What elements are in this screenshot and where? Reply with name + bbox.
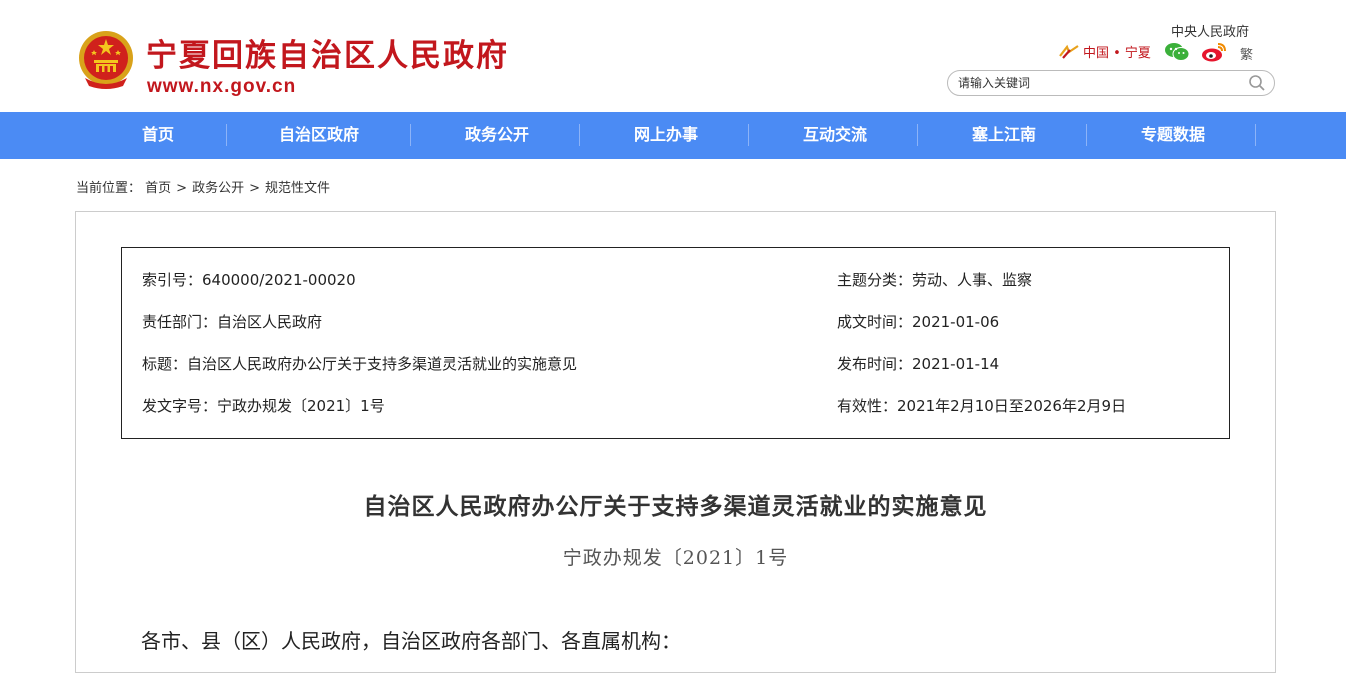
nav-item-home[interactable]: 首页 (110, 112, 206, 159)
meta-title: 标题：自治区人民政府办公厅关于支持多渠道灵活就业的实施意见 (142, 355, 578, 373)
nav-item-saishang-jiangnan[interactable]: 塞上江南 (937, 112, 1071, 159)
article-container: 索引号：640000/2021-00020 主题分类：劳动、人事、监察 责任部门… (75, 211, 1276, 673)
central-gov-link[interactable]: 中央人民政府 (1171, 21, 1249, 40)
nav-item-regional-government[interactable]: 自治区政府 (248, 112, 390, 159)
nav-divider (579, 124, 580, 146)
document-meta-table: 索引号：640000/2021-00020 主题分类：劳动、人事、监察 责任部门… (121, 247, 1230, 439)
meta-topic: 主题分类：劳动、人事、监察 (837, 271, 1033, 289)
search-box (947, 70, 1275, 96)
site-url: www.nx.gov.cn (147, 76, 297, 97)
breadcrumb-separator: > (249, 181, 260, 196)
site-header: 宁夏回族自治区人民政府 www.nx.gov.cn 中央人民政府 中国 • 宁夏… (0, 0, 1346, 112)
search-input[interactable] (958, 74, 1238, 92)
main-nav: 首页 自治区政府 政务公开 网上办事 互动交流 塞上江南 专题数据 (0, 112, 1346, 159)
meta-validity: 有效性：2021年2月10日至2026年2月9日 (837, 397, 1127, 415)
national-emblem-icon (79, 31, 133, 89)
china-ningxia-link[interactable]: 中国 • 宁夏 (1058, 42, 1151, 61)
nav-divider (410, 124, 411, 146)
nav-divider (748, 124, 749, 146)
wechat-icon[interactable] (1164, 42, 1190, 62)
meta-created-date: 成文时间：2021-01-06 (837, 313, 1000, 331)
meta-department: 责任部门：自治区人民政府 (142, 313, 323, 331)
nav-divider (226, 124, 227, 146)
document-salutation: 各市、县（区）人民政府，自治区政府各部门、各直属机构： (141, 629, 681, 653)
nav-divider (917, 124, 918, 146)
breadcrumb-prefix: 当前位置： (76, 181, 142, 196)
nav-item-interaction[interactable]: 互动交流 (768, 112, 902, 159)
document-number: 宁政办规发〔2021〕1号 (562, 547, 789, 569)
meta-doc-number: 发文字号：宁政办规发〔2021〕1号 (142, 397, 385, 415)
document-title: 自治区人民政府办公厅关于支持多渠道灵活就业的实施意见 (363, 493, 988, 520)
breadcrumb: 当前位置： 首页 > 政务公开 > 规范性文件 (76, 177, 330, 196)
china-ningxia-label: 中国 • 宁夏 (1083, 46, 1151, 61)
meta-index-no: 索引号：640000/2021-00020 (142, 271, 356, 289)
traditional-chinese-toggle[interactable]: 繁 (1240, 44, 1253, 63)
nav-item-special-data[interactable]: 专题数据 (1106, 112, 1240, 159)
weibo-icon[interactable] (1201, 42, 1227, 62)
breadcrumb-home[interactable]: 首页 (145, 181, 171, 196)
china-ningxia-logo-icon (1059, 44, 1079, 59)
nav-item-online-services[interactable]: 网上办事 (599, 112, 733, 159)
breadcrumb-separator: > (176, 181, 188, 196)
site-title: 宁夏回族自治区人民政府 (146, 38, 509, 74)
nav-divider (1086, 124, 1087, 146)
nav-item-government-affairs[interactable]: 政务公开 (430, 112, 564, 159)
breadcrumb-normative-documents[interactable]: 规范性文件 (265, 181, 330, 196)
breadcrumb-government-affairs[interactable]: 政务公开 (192, 181, 244, 196)
nav-divider (1255, 124, 1256, 146)
search-icon[interactable] (1248, 74, 1266, 92)
meta-published-date: 发布时间：2021-01-14 (837, 355, 1000, 373)
